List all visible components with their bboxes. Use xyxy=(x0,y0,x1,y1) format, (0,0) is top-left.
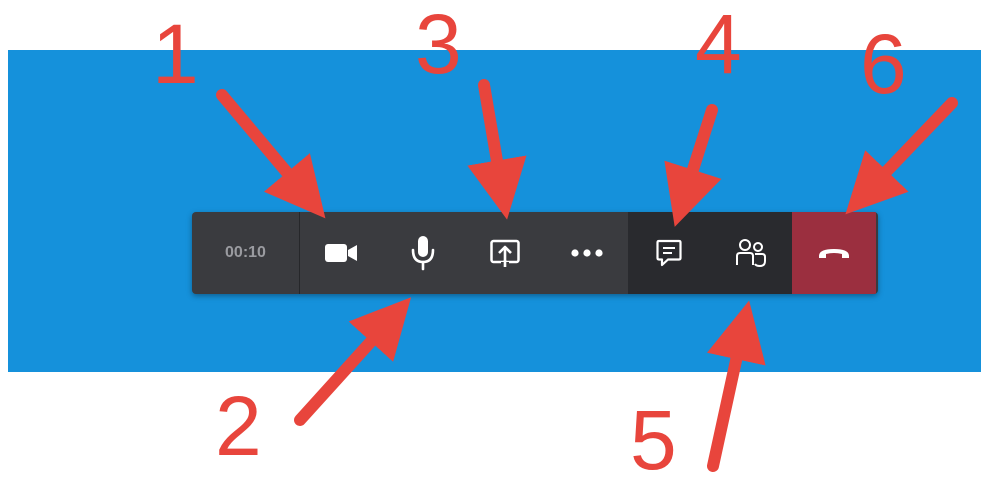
screenshot-stage: 00:10 1 2 3 4 5 6 xyxy=(0,0,981,484)
call-timer: 00:10 xyxy=(192,212,300,294)
annotation-label-3: 3 xyxy=(415,0,462,91)
call-control-bar: 00:10 xyxy=(192,212,878,294)
share-screen-icon xyxy=(490,239,520,267)
chat-button[interactable] xyxy=(628,212,710,294)
participants-button[interactable] xyxy=(710,212,792,294)
ellipsis-icon xyxy=(571,249,603,257)
video-toggle-button[interactable] xyxy=(300,212,382,294)
annotation-label-4: 4 xyxy=(695,0,742,91)
annotation-label-2: 2 xyxy=(215,379,262,473)
share-screen-button[interactable] xyxy=(464,212,546,294)
annotation-label-6: 6 xyxy=(860,17,907,111)
video-camera-icon xyxy=(325,244,357,262)
more-options-button[interactable] xyxy=(546,212,628,294)
hang-up-button[interactable] xyxy=(792,212,876,294)
microphone-icon xyxy=(411,236,435,271)
annotation-label-5: 5 xyxy=(630,393,677,484)
microphone-toggle-button[interactable] xyxy=(382,212,464,294)
participants-icon xyxy=(736,239,766,268)
chat-icon xyxy=(656,239,682,267)
annotation-label-1: 1 xyxy=(152,7,199,101)
phone-hangup-icon xyxy=(819,249,849,258)
